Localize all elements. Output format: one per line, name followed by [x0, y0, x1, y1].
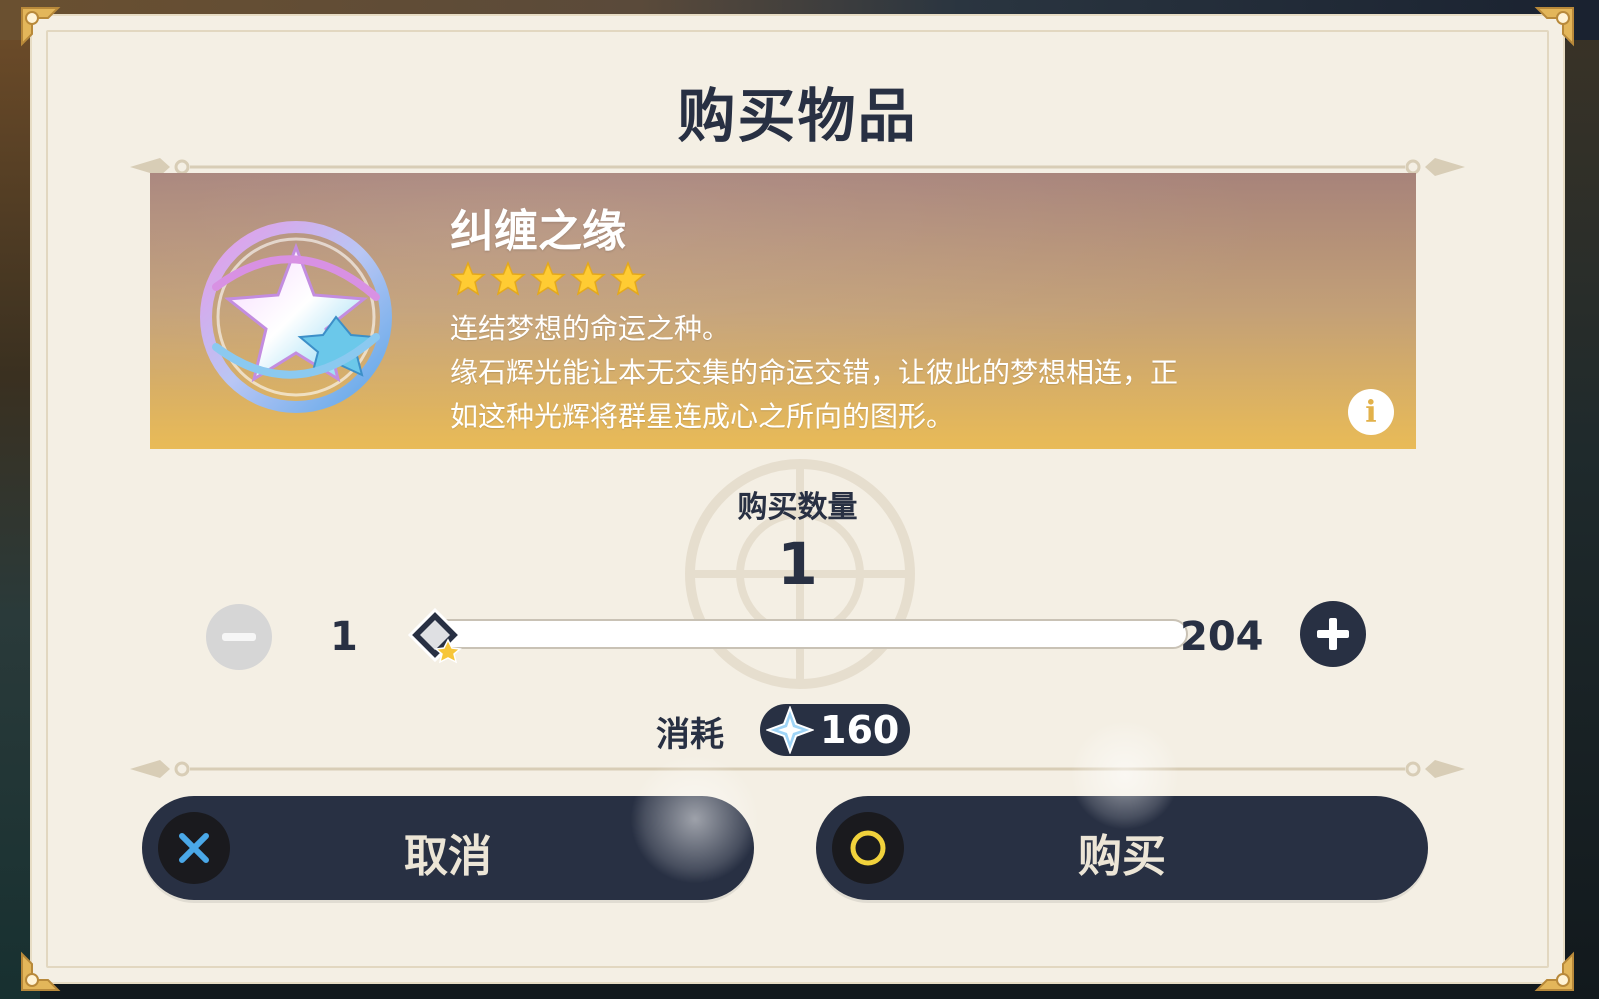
- decrease-button[interactable]: [206, 604, 272, 670]
- buy-button[interactable]: 购买: [816, 796, 1428, 900]
- cancel-button-label: 取消: [404, 831, 492, 882]
- description-line: 连结梦想的命运之种。: [450, 312, 731, 345]
- dialog-title: 购买物品: [677, 82, 918, 150]
- item-description: 连结梦想的命运之种。 缘石辉光能让本无交集的命运交错，让彼此的梦想相连，正 如这…: [450, 307, 1350, 439]
- quantity-slider-track[interactable]: [418, 619, 1188, 649]
- cost-badge: 160: [760, 704, 910, 756]
- quantity-label: 购买数量: [737, 490, 858, 525]
- cost-label: 消耗: [656, 715, 724, 755]
- star-icon: [570, 261, 606, 296]
- purchase-dialog: 购买物品 纠缠之缘 连结梦想的命运之种。 缘石辉光能让本无交集的命运交错，让彼此…: [21, 7, 1574, 991]
- quantity-min: 1: [330, 614, 358, 660]
- description-line: 缘石辉光能让本无交集的命运交错，让彼此的梦想相连，正: [450, 356, 1179, 389]
- plus-icon: [1317, 618, 1349, 650]
- rarity-stars: [450, 261, 646, 301]
- buy-button-label: 购买: [1078, 831, 1166, 882]
- corner-ornament-icon: [21, 7, 61, 47]
- item-name: 纠缠之缘: [450, 206, 626, 257]
- quantity-value: 1: [777, 530, 818, 598]
- cancel-button[interactable]: 取消: [142, 796, 754, 900]
- corner-ornament-icon: [21, 951, 61, 991]
- star-icon: [450, 261, 486, 296]
- ornament-divider: [130, 760, 1465, 778]
- intertwined-fate-icon: [200, 221, 392, 413]
- cost-value: 160: [820, 708, 900, 752]
- star-icon: [530, 261, 566, 296]
- star-icon: [490, 261, 526, 296]
- info-icon[interactable]: i: [1348, 389, 1394, 435]
- primogem-icon: [766, 706, 814, 754]
- quantity-max: 204: [1180, 614, 1264, 660]
- item-card: 纠缠之缘 连结梦想的命运之种。 缘石辉光能让本无交集的命运交错，让彼此的梦想相连…: [150, 173, 1416, 449]
- description-line: 如这种光辉将群星连成心之所向的图形。: [450, 400, 955, 433]
- slider-handle-icon[interactable]: [404, 606, 466, 668]
- increase-button[interactable]: [1300, 601, 1366, 667]
- minus-icon: [222, 633, 256, 641]
- star-icon: [610, 261, 646, 296]
- corner-ornament-icon: [1534, 951, 1574, 991]
- corner-ornament-icon: [1534, 7, 1574, 47]
